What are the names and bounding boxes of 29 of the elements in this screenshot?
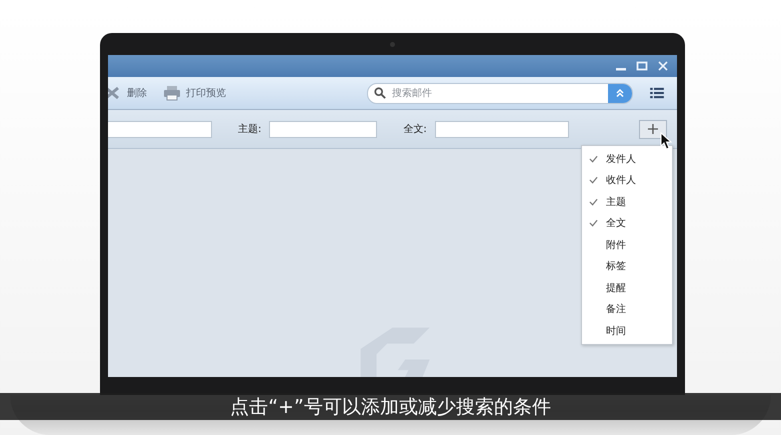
menu-item[interactable]: 主题 — [582, 191, 672, 212]
subtitle: 点击“+”号可以添加或减少搜索的条件 — [0, 393, 781, 420]
search-box[interactable]: 搜索邮件 — [367, 82, 633, 104]
input-field[interactable] — [434, 120, 569, 138]
menu-item[interactable]: 发件人 — [582, 148, 672, 170]
field-label: 全文: — [403, 122, 427, 136]
printer-icon — [163, 85, 181, 101]
camera-icon — [390, 42, 395, 46]
close-icon[interactable] — [657, 60, 669, 72]
field-label: 主题: — [238, 122, 262, 136]
menu-item[interactable]: 附件 — [582, 234, 672, 256]
input-field[interactable] — [269, 120, 378, 138]
maximize-icon[interactable] — [636, 60, 648, 72]
menu-icon[interactable] — [650, 87, 664, 99]
search-field[interactable]: 搜索邮件 — [392, 88, 608, 98]
toolbar-button[interactable]: 打印预览 — [163, 85, 226, 101]
search-icon — [374, 87, 386, 99]
toolbar-button[interactable]: 删除 — [108, 85, 147, 101]
menu-item[interactable]: 提醒 — [582, 277, 672, 298]
menu-item[interactable]: 备注 — [582, 298, 672, 320]
expand-button[interactable] — [608, 84, 632, 102]
add-button[interactable]: + — [639, 120, 667, 138]
menu-item[interactable]: 收件人 — [582, 170, 672, 191]
menu-item[interactable]: 标签 — [582, 256, 672, 277]
delete-icon — [108, 85, 122, 101]
double-chevron-icon — [615, 88, 625, 98]
menu-item[interactable]: 全文 — [582, 212, 672, 234]
input-field[interactable] — [108, 120, 212, 138]
menu-item[interactable]: 时间 — [582, 320, 672, 342]
